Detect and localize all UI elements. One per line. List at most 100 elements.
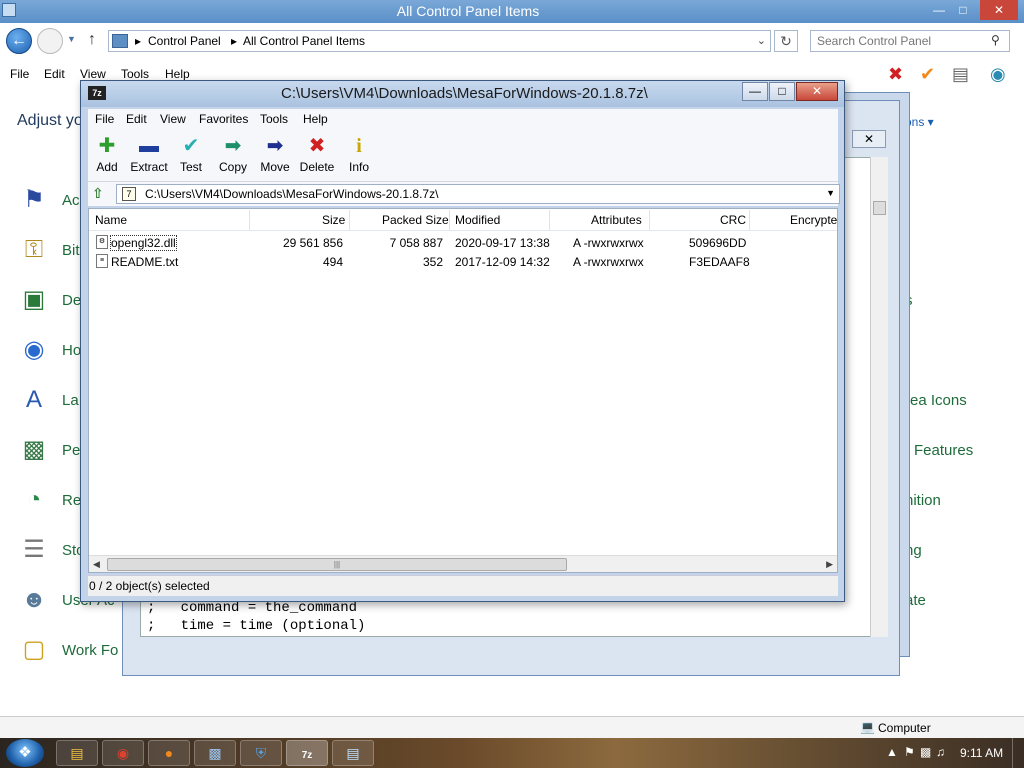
menu-tools[interactable]: Tools — [260, 112, 288, 126]
volume-icon[interactable]: ♫ — [936, 745, 945, 759]
globe-icon[interactable]: ◉ — [990, 64, 1006, 85]
horizontal-scrollbar[interactable]: ◀ ||| ▶ — [89, 555, 837, 572]
key-icon: ⚿ — [24, 236, 44, 263]
delete-icon[interactable]: ✖ — [888, 64, 903, 85]
show-hidden-icons-chevron-up-icon[interactable]: ▲ — [886, 745, 898, 759]
checkmark-icon[interactable]: ✔ — [920, 64, 935, 85]
column-divider[interactable] — [549, 210, 550, 230]
search-input[interactable] — [810, 30, 1010, 52]
file-packed-size: 7 058 887 — [389, 236, 443, 250]
up-folder-icon[interactable]: ⇧ — [92, 185, 104, 202]
cp-menu-tools[interactable]: Tools — [121, 67, 149, 81]
notepad-icon: ▤ — [346, 745, 360, 761]
column-encrypted[interactable]: Encrypte — [790, 213, 837, 227]
taskbar-chrome[interactable]: ◉ — [102, 740, 144, 766]
column-packed-size[interactable]: Packed Size — [382, 213, 449, 227]
cp-close-button[interactable]: ✕ — [980, 0, 1018, 20]
control-panel-titlebar[interactable]: All Control Panel Items — □ ✕ — [0, 0, 1024, 23]
menu-file[interactable]: File — [95, 112, 114, 126]
cp-item-right-2[interactable]: rea Icons — [905, 392, 967, 409]
control-panel-icon: ▩ — [208, 745, 222, 761]
taskbar-notepad[interactable]: ▤ — [332, 740, 374, 766]
table-row[interactable]: ≡ README.txt 494 352 2017-12-09 14:32 A … — [89, 252, 837, 271]
background-close-button[interactable]: ✕ — [852, 130, 886, 148]
menu-edit[interactable]: Edit — [126, 112, 147, 126]
chevron-down-icon[interactable]: ▼ — [826, 188, 835, 198]
scrollbar-thumb[interactable] — [873, 201, 886, 215]
7zip-close-button[interactable]: ✕ — [796, 82, 838, 101]
show-desktop-button[interactable] — [1012, 738, 1024, 768]
network-icon[interactable]: ▩ — [920, 745, 931, 759]
copy-label: Copy — [218, 160, 247, 174]
add-button[interactable]: ✚ Add — [85, 134, 129, 180]
breadcrumb-all-items[interactable]: All Control Panel Items — [243, 34, 365, 48]
taskbar-control-panel[interactable]: ▩ — [194, 740, 236, 766]
column-divider[interactable] — [649, 210, 650, 230]
flag-icon[interactable]: ⚑ — [904, 745, 915, 759]
language-icon: A — [25, 386, 42, 413]
7zip-titlebar[interactable]: 7z C:\Users\VM4\Downloads\MesaForWindows… — [81, 81, 844, 107]
taskbar-explorer[interactable]: ▤ — [56, 740, 98, 766]
status-computer: Computer — [878, 721, 931, 735]
7zip-app-icon[interactable]: 7z — [88, 86, 106, 100]
column-crc[interactable]: CRC — [720, 213, 746, 227]
column-modified[interactable]: Modified — [455, 213, 500, 227]
column-divider[interactable] — [349, 210, 350, 230]
column-size[interactable]: Size — [322, 213, 345, 227]
chevron-right-icon[interactable]: ▸ — [231, 34, 237, 48]
column-divider[interactable] — [249, 210, 250, 230]
cp-menu-help[interactable]: Help — [165, 67, 190, 81]
chevron-right-icon[interactable]: ▸ — [135, 34, 141, 48]
taskbar-firefox[interactable]: ● — [148, 740, 190, 766]
menu-view[interactable]: View — [160, 112, 186, 126]
forward-button[interactable] — [37, 28, 63, 54]
scroll-right-icon[interactable]: ▶ — [826, 559, 833, 570]
table-row[interactable]: ⚙ opengl32.dll 29 561 856 7 058 887 2020… — [89, 233, 837, 252]
info-icon: i — [356, 135, 362, 157]
cp-item-label: Work Fo — [62, 642, 119, 659]
delete-button[interactable]: ✖ Delete — [295, 134, 339, 180]
column-attributes[interactable]: Attributes — [591, 213, 642, 227]
column-name[interactable]: Name — [95, 213, 127, 227]
up-arrow-icon[interactable]: ↑ — [88, 31, 96, 49]
taskbar-7zip[interactable]: 7z — [286, 740, 328, 766]
column-divider[interactable] — [449, 210, 450, 230]
column-divider[interactable] — [749, 210, 750, 230]
scroll-left-icon[interactable]: ◀ — [93, 559, 100, 570]
refresh-button[interactable]: ↻ — [774, 30, 798, 52]
chevron-down-icon[interactable]: ⌄ — [757, 34, 766, 47]
extract-button[interactable]: ▬ Extract — [127, 134, 171, 180]
extract-icon: ▬ — [139, 135, 159, 157]
path-text: C:\Users\VM4\Downloads\MesaForWindows-20… — [145, 187, 439, 201]
editor-line: ; time = time (optional) — [147, 618, 366, 634]
7zip-maximize-button[interactable]: □ — [769, 82, 795, 101]
menu-help[interactable]: Help — [303, 112, 328, 126]
menu-favorites[interactable]: Favorites — [199, 112, 248, 126]
cp-maximize-button[interactable]: □ — [952, 0, 974, 20]
7zip-minimize-button[interactable]: — — [742, 82, 768, 101]
cp-menu-edit[interactable]: Edit — [44, 67, 65, 81]
back-button[interactable]: ← — [6, 28, 32, 54]
cp-item-right-4[interactable]: nition — [905, 492, 941, 509]
cp-menu-view[interactable]: View — [80, 67, 106, 81]
info-button[interactable]: i Info — [337, 134, 381, 180]
clock[interactable]: 9:11 AM — [960, 746, 1003, 760]
search-icon[interactable]: ⚲ — [991, 33, 1000, 47]
cp-minimize-button[interactable]: — — [928, 0, 950, 20]
7zip-menubar: File Edit View Favorites Tools Help — [88, 109, 838, 130]
taskbar-security[interactable]: ⛨ — [240, 740, 282, 766]
copy-button[interactable]: ➡ Copy — [211, 134, 255, 180]
editor-vertical-scrollbar[interactable] — [870, 157, 888, 637]
file-list[interactable]: Name Size Packed Size Modified Attribute… — [88, 208, 838, 573]
properties-icon[interactable]: ▤ — [952, 64, 969, 85]
scrollbar-thumb[interactable]: ||| — [107, 558, 567, 571]
test-button[interactable]: ✔ Test — [169, 134, 213, 180]
cp-item-right-3[interactable]: Features — [914, 442, 973, 459]
recent-pages-chevron-down-icon[interactable]: ▼ — [67, 34, 76, 44]
move-button[interactable]: ➡ Move — [253, 134, 297, 180]
breadcrumb-control-panel[interactable]: Control Panel — [148, 34, 221, 48]
path-field[interactable]: 7 C:\Users\VM4\Downloads\MesaForWindows-… — [116, 184, 840, 204]
start-button[interactable]: ❖ — [6, 739, 44, 767]
cp-menu-file[interactable]: File — [10, 67, 29, 81]
address-bar[interactable]: ▸ Control Panel ▸ All Control Panel Item… — [108, 30, 771, 52]
